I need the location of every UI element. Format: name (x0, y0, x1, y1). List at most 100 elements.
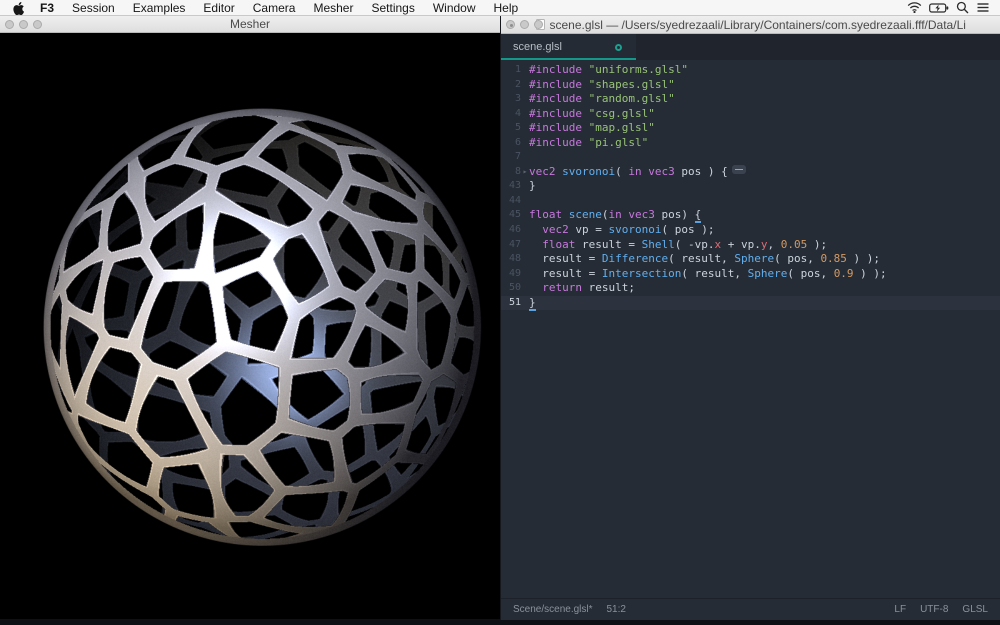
token: result = (575, 238, 641, 251)
line-number[interactable]: 43 (501, 179, 521, 194)
mesher-viewport[interactable] (0, 33, 500, 619)
status-line-ending[interactable]: LF (894, 604, 906, 615)
fold-chevron-icon[interactable]: ▸ (521, 165, 529, 180)
token: Shell (642, 238, 675, 251)
code-line-5[interactable]: 5 #include "map.glsl" (501, 121, 1000, 136)
close-button[interactable] (506, 20, 515, 29)
code-line-48[interactable]: 48 result = Difference( result, Sphere( … (501, 252, 1000, 267)
line-number[interactable]: 3 (501, 92, 521, 107)
code-line-43[interactable]: 43} (501, 179, 1000, 194)
token: "csg.glsl" (589, 107, 655, 120)
line-number[interactable]: 4 (501, 107, 521, 122)
menu-help[interactable]: Help (485, 0, 528, 16)
line-number[interactable]: 8 (501, 165, 521, 180)
token: Intersection (602, 267, 681, 280)
code-line-50[interactable]: 50 return result; (501, 281, 1000, 296)
code-line-46[interactable]: 46 vec2 vp = svoronoi( pos ); (501, 223, 1000, 238)
close-button[interactable] (5, 20, 14, 29)
code-text: #include "map.glsl" (529, 121, 1000, 136)
token: ) ); (847, 252, 880, 265)
line-number[interactable]: 44 (501, 194, 521, 209)
minimize-button[interactable] (19, 20, 28, 29)
code-line-3[interactable]: 3#include "random.glsl" (501, 92, 1000, 107)
token: pos) (655, 208, 695, 221)
line-number[interactable]: 46 (501, 223, 521, 238)
code-line-45[interactable]: 45float scene(in vec3 pos) { (501, 208, 1000, 223)
code-line-49[interactable]: 49 result = Intersection( result, Sphere… (501, 267, 1000, 282)
status-language[interactable]: GLSL (962, 604, 988, 615)
token (529, 281, 542, 294)
menu-editor[interactable]: Editor (194, 0, 243, 16)
battery-charging-icon[interactable] (929, 3, 949, 13)
gutter-spacer (521, 150, 529, 165)
menu-f3[interactable]: F3 (34, 0, 63, 16)
mesher-titlebar[interactable]: Mesher (0, 16, 500, 33)
code-text: #include "shapes.glsl" (529, 78, 1000, 93)
code-text (529, 150, 1000, 165)
code-line-44[interactable]: 44 (501, 194, 1000, 209)
token: { (695, 208, 702, 221)
menu-camera[interactable]: Camera (244, 0, 305, 16)
code-text: float result = Shell( -vp.x + vp.y, 0.05… (529, 238, 1000, 253)
zoom-button[interactable] (534, 20, 543, 29)
menu-bar: F3SessionExamplesEditorCameraMesherSetti… (0, 0, 1000, 16)
line-number[interactable]: 1 (501, 63, 521, 78)
code-line-8[interactable]: 8▸vec2 svoronoi( in vec3 pos ) { (501, 165, 1000, 180)
line-number[interactable]: 50 (501, 281, 521, 296)
code-line-51[interactable]: 51} (501, 296, 1000, 311)
mesher-window-title: Mesher (230, 17, 270, 31)
gutter-spacer (521, 136, 529, 151)
code-text: } (529, 179, 1000, 194)
token: svoronoi (609, 223, 662, 236)
line-number[interactable]: 47 (501, 238, 521, 253)
editor-titlebar[interactable]: scene.glsl — /Users/syedrezaali/Library/… (501, 16, 1000, 34)
menu-examples[interactable]: Examples (124, 0, 195, 16)
line-number[interactable]: 5 (501, 121, 521, 136)
menu-settings[interactable]: Settings (362, 0, 423, 16)
token: Difference (602, 252, 668, 265)
code-line-2[interactable]: 2 #include "shapes.glsl" (501, 78, 1000, 93)
token: "pi.glsl" (589, 136, 649, 149)
list-icon[interactable] (976, 2, 990, 13)
line-number[interactable]: 51 (501, 296, 521, 311)
folded-code-badge[interactable] (732, 165, 746, 174)
spotlight-search-icon[interactable] (956, 1, 969, 14)
token: vec2 (542, 223, 569, 236)
token (582, 107, 589, 120)
line-number[interactable]: 6 (501, 136, 521, 151)
wifi-icon[interactable] (907, 2, 922, 13)
editor-window: scene.glsl — /Users/syedrezaali/Library/… (500, 16, 1000, 620)
menu-session[interactable]: Session (63, 0, 124, 16)
code-text: #include "pi.glsl" (529, 136, 1000, 151)
code-line-47[interactable]: 47 float result = Shell( -vp.x + vp.y, 0… (501, 238, 1000, 253)
code-text (529, 194, 1000, 209)
line-number[interactable]: 49 (501, 267, 521, 282)
apple-menu[interactable] (0, 1, 34, 15)
status-encoding[interactable]: UTF-8 (920, 604, 948, 615)
code-line-4[interactable]: 4#include "csg.glsl" (501, 107, 1000, 122)
token: #include (529, 63, 582, 76)
gutter-spacer (521, 107, 529, 122)
token: "map.glsl" (589, 121, 655, 134)
code-line-6[interactable]: 6 #include "pi.glsl" (501, 136, 1000, 151)
menu-window[interactable]: Window (424, 0, 485, 16)
apple-logo-icon (12, 1, 24, 15)
token: in (609, 208, 622, 221)
modified-indicator-icon (615, 44, 622, 51)
zoom-button[interactable] (33, 20, 42, 29)
minimize-button[interactable] (520, 20, 529, 29)
line-number[interactable]: 7 (501, 150, 521, 165)
line-number[interactable]: 48 (501, 252, 521, 267)
token: , (767, 238, 780, 251)
line-number[interactable]: 45 (501, 208, 521, 223)
code-editor[interactable]: 1#include "uniforms.glsl"2#include "shap… (501, 60, 1000, 598)
token: Sphere (734, 252, 774, 265)
editor-window-title: scene.glsl — /Users/syedrezaali/Library/… (550, 18, 966, 32)
menu-mesher[interactable]: Mesher (304, 0, 362, 16)
tab-scene-glsl[interactable]: scene.glsl (501, 34, 636, 60)
token: #include (529, 121, 582, 134)
code-line-1[interactable]: 1#include "uniforms.glsl" (501, 63, 1000, 78)
code-line-7[interactable]: 7 (501, 150, 1000, 165)
tab-label: scene.glsl (513, 41, 562, 53)
line-number[interactable]: 2 (501, 78, 521, 93)
